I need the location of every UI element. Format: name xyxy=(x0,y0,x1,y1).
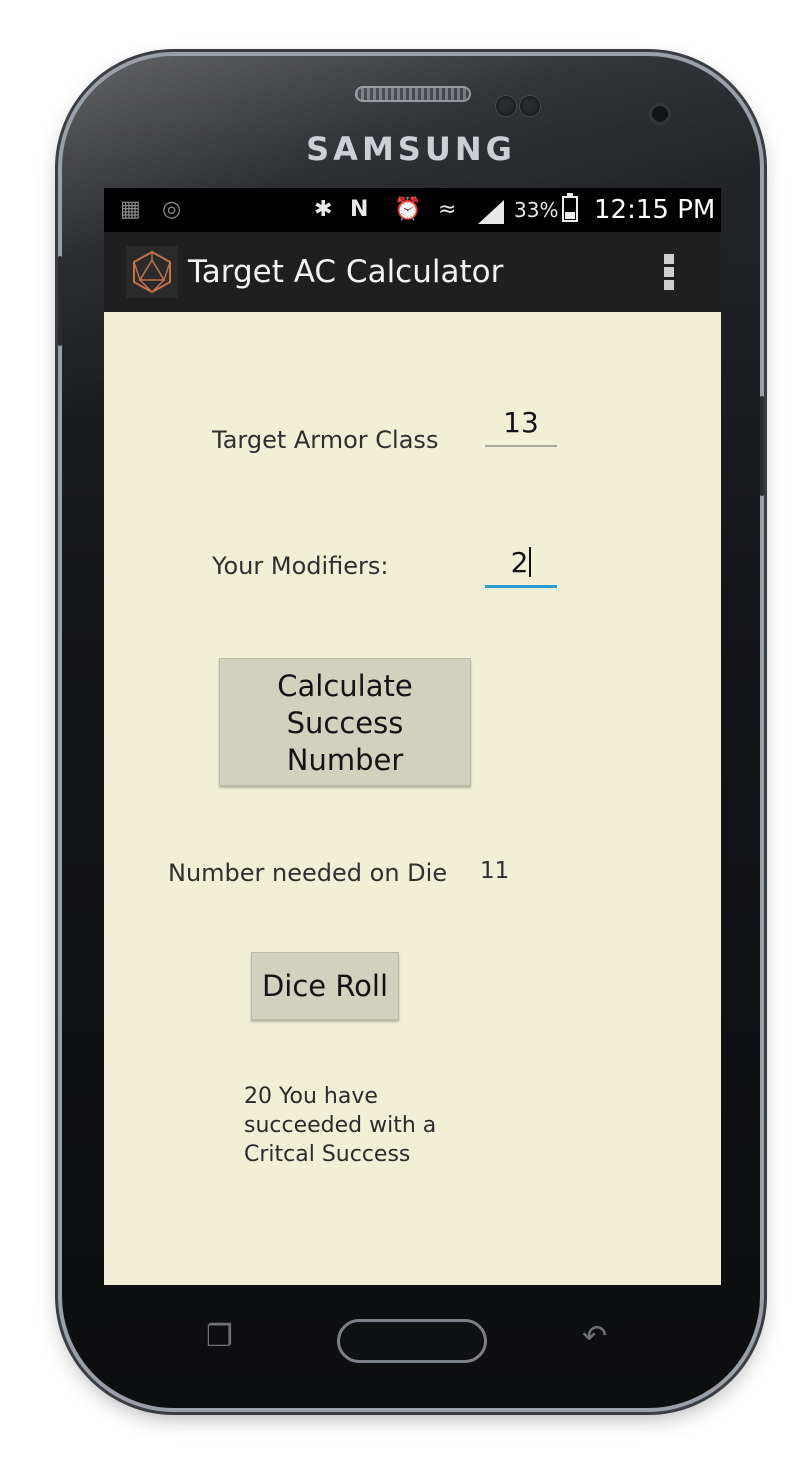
brand-logo: SAMSUNG xyxy=(306,130,516,168)
calculate-button-line-1: Calculate xyxy=(277,669,413,703)
result-line-1: 20 You have xyxy=(244,1084,378,1109)
modifiers-value: 2 xyxy=(510,546,529,579)
app-title: Target AC Calculator xyxy=(188,254,504,290)
needed-label: Number needed on Die xyxy=(168,859,448,887)
result-line-2: succeeded with a xyxy=(244,1113,437,1138)
ghost-notification-icon: ◎ xyxy=(162,197,182,222)
power-button xyxy=(760,396,764,496)
earpiece-speaker xyxy=(355,86,471,102)
front-camera xyxy=(652,106,668,122)
wifi-icon: ≈ xyxy=(438,197,457,222)
overflow-menu-icon[interactable] xyxy=(664,254,676,292)
armor-class-field[interactable]: 13 xyxy=(485,406,557,447)
calculate-button[interactable]: Calculate Success Number xyxy=(219,658,471,786)
armor-class-value: 13 xyxy=(503,406,539,439)
signal-icon xyxy=(478,200,504,224)
light-sensor xyxy=(520,96,540,116)
calculate-button-line-2: Success xyxy=(286,706,404,740)
roll-result: 20 You have succeeded with a Critcal Suc… xyxy=(244,1082,484,1169)
status-bar: ▦ ◎ ✱ N ⏰ ≈ 33% 12:15 PM xyxy=(104,188,721,232)
battery-percent: 33% xyxy=(514,198,559,222)
modifiers-field[interactable]: 2 xyxy=(485,546,557,588)
back-icon[interactable]: ↶ xyxy=(582,1319,607,1354)
result-line-3: Critcal Success xyxy=(244,1142,411,1167)
bbm-icon: ▦ xyxy=(120,197,141,222)
armor-class-label: Target Armor Class xyxy=(212,426,439,454)
clock: 12:15 PM xyxy=(594,195,716,225)
alarm-icon: ⏰ xyxy=(394,197,422,222)
needed-value: 11 xyxy=(480,858,510,884)
d20-icon[interactable] xyxy=(126,246,178,298)
proximity-sensor xyxy=(496,96,516,116)
recent-apps-icon[interactable]: ❐ xyxy=(206,1319,233,1354)
nfc-icon: N xyxy=(350,197,369,222)
bluetooth-icon: ✱ xyxy=(314,197,333,222)
calculate-button-line-3: Number xyxy=(286,743,404,777)
hardware-nav-bar: ❐ ↶ xyxy=(104,1285,721,1385)
dice-roll-button[interactable]: Dice Roll xyxy=(251,952,399,1020)
battery-icon xyxy=(562,193,578,222)
volume-button xyxy=(58,256,62,346)
dice-roll-label: Dice Roll xyxy=(261,969,389,1003)
text-cursor xyxy=(529,547,532,577)
modifiers-label: Your Modifiers: xyxy=(212,552,389,580)
action-bar: Target AC Calculator xyxy=(104,232,721,312)
home-button[interactable] xyxy=(337,1319,487,1363)
phone-screen: ▦ ◎ ✱ N ⏰ ≈ 33% 12:15 PM Target AC Calcu… xyxy=(104,188,721,1285)
main-content: Target Armor Class 13 Your Modifiers: 2 … xyxy=(104,312,721,1285)
